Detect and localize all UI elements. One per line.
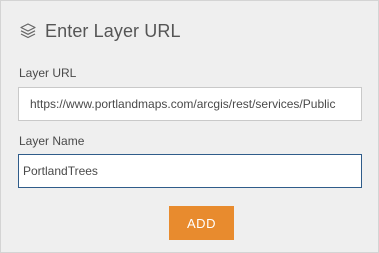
layer-url-label: Layer URL <box>19 66 77 80</box>
layer-name-label: Layer Name <box>19 134 85 148</box>
add-button[interactable]: ADD <box>169 206 234 240</box>
layer-url-input[interactable] <box>18 87 362 121</box>
enter-layer-url-panel: Enter Layer URL Layer URL Layer Name ADD <box>0 0 379 253</box>
panel-header: Enter Layer URL <box>18 19 181 43</box>
layers-icon <box>18 21 38 41</box>
layer-name-input[interactable] <box>18 154 362 188</box>
dialog-title: Enter Layer URL <box>45 21 181 41</box>
